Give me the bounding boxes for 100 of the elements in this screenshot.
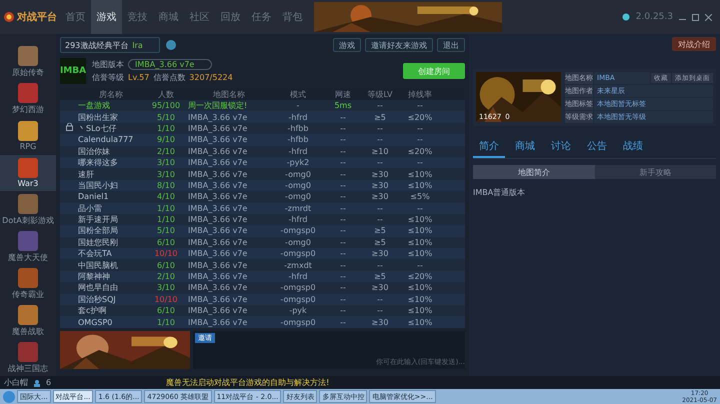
room-row[interactable]: 国粉全部局 5/10 IMBA_3.66 v7e -omgsp0 -- ≥5 ≤10% [60, 225, 465, 237]
table-cell-text: ≤10% [406, 318, 434, 327]
sidebar-item[interactable]: 魔兽大天使 [0, 229, 56, 265]
table-cell-text: 国治秒SQJ [78, 294, 117, 305]
level-value: Lv.57 [128, 73, 150, 82]
friends-count: 6 [46, 378, 52, 387]
detail-tab[interactable]: 简介 [473, 136, 505, 158]
table-cell-text: -hfrd [288, 112, 308, 122]
room-row[interactable]: 不会玩TA 10/10 IMBA_3.66 v7e -omgsp0 -- ≥30 ≤10% [60, 248, 465, 260]
room-row[interactable]: 速肝 3/10 IMBA_3.66 v7e -omg0 -- ≥30 ≤10% [60, 168, 465, 180]
sidebar-item[interactable]: 魔兽战歌 [0, 303, 56, 339]
version-dropdown[interactable]: IMBA_3.66 v7e [128, 59, 212, 70]
table-cell-text: 3/10 [156, 170, 176, 179]
column-header[interactable]: 网速 [326, 89, 360, 100]
lock-icon [66, 123, 72, 132]
map-logo: IMBA [60, 58, 86, 84]
room-row[interactable]: OMGSP0 1/10 IMBA_3.66 v7e -omgsp0 -- ≥30 ≤10% [60, 316, 465, 328]
table-cell-text: -- [376, 135, 384, 144]
sidebar-item[interactable]: 传奇霸业 [0, 266, 56, 302]
column-header[interactable]: 等级LV [360, 89, 400, 100]
room-row[interactable]: 中国民脑机 6/10 IMBA_3.66 v7e -zmxdt -- -- -- [60, 259, 465, 271]
user-name: 小白帽 [4, 377, 28, 388]
table-cell-text: -- [339, 272, 347, 282]
table-cell-text: IMBA_3.66 v7e [188, 170, 248, 179]
table-cell-text: ≥5 [373, 238, 387, 247]
table-cell-text: IMBA_3.66 v7e [188, 249, 248, 258]
column-header[interactable]: 房名称 [78, 89, 144, 100]
start-button[interactable] [3, 390, 15, 402]
room-row[interactable]: 国粉出生家 5/10 IMBA_3.66 v7e -hfrd -- ≥5 ≤20% [60, 111, 465, 123]
table-cell-text: IMBA_3.66 v7e [188, 204, 248, 213]
table-cell-text: -- [376, 124, 384, 133]
table-cell-text: IMBA_3.66 v7e [188, 226, 248, 236]
sidebar-item[interactable]: DotA刺影游戏 [0, 192, 56, 228]
table-cell-text: -omgsp0 [279, 283, 317, 292]
table-cell-text: 周一次国服锁定! [188, 100, 248, 112]
table-cell-text: -pyk [288, 306, 308, 316]
table-cell-text: -- [416, 158, 424, 168]
table-cell-text: ≤10% [406, 215, 434, 224]
table-cell-text: ≥5 [373, 272, 387, 282]
toolbar-button[interactable]: 退出 [437, 38, 465, 52]
nav-tab[interactable]: 游戏 [91, 0, 122, 34]
column-header[interactable]: 模式 [270, 89, 326, 100]
table-cell-text: 3/10 [156, 283, 176, 292]
toolbar-button[interactable]: 游戏 [333, 38, 361, 52]
room-row[interactable]: 套c护啊 6/10 IMBA_3.66 v7e -pyk -- -- ≤10% [60, 305, 465, 316]
room-row[interactable]: 一盘游戏 95/100 周一次国服锁定! - 5ms -- -- [60, 100, 465, 112]
detail-tab[interactable]: 公告 [581, 136, 613, 158]
room-row[interactable]: 哪来得这多 3/10 IMBA_3.66 v7e -pyk2 -- -- -- [60, 156, 465, 168]
room-row[interactable]: 品小雷 1/10 IMBA_3.66 v7e -zmrdt -- -- -- [60, 202, 465, 214]
column-header[interactable]: 人数 [144, 89, 188, 100]
table-cell-text: 5ms [333, 101, 353, 110]
column-header[interactable]: 掉线率 [400, 89, 440, 100]
toolbar-button[interactable]: 邀请好友来游戏 [365, 38, 433, 52]
table-cell-text: 国粉全部局 [78, 225, 119, 236]
room-row[interactable]: 当国民小妇 8/10 IMBA_3.66 v7e -omg0 -- ≥30 ≤10% [60, 180, 465, 192]
sidebar-item[interactable]: 原始传奇 [0, 44, 56, 80]
table-cell-text: ≤10% [406, 294, 434, 304]
sidebar-item[interactable]: War3 [0, 155, 56, 191]
sidebar-item[interactable]: RPG [0, 118, 56, 154]
sidebar-item[interactable]: 梦幻西游 [0, 81, 56, 117]
room-row[interactable]: 阿黎神神 2/10 IMBA_3.66 v7e -hfrd -- ≥5 ≤20% [60, 270, 465, 282]
friends-icon[interactable] [33, 378, 41, 386]
room-selector[interactable]: 293激战经典平台 Ira [60, 37, 160, 53]
notice-text[interactable]: 魔兽无法启动对战平台游戏的自助与解决方法! [166, 377, 330, 388]
table-cell-text: Daniel1 [78, 192, 110, 202]
table-cell-text: ≤20% [406, 146, 434, 156]
field-label: 信誉点数 [153, 72, 186, 83]
sub-tab[interactable]: 地图简介 [473, 165, 594, 179]
sidebar-item[interactable]: 战神三国志 [0, 340, 56, 376]
detail-tab[interactable]: 战绩 [617, 136, 649, 158]
table-cell-text: ≥30 [370, 283, 390, 292]
table-cell-text: Calendula777 [78, 135, 134, 144]
table-cell-text: ≥5 [373, 112, 387, 122]
column-header[interactable]: 地图名称 [188, 89, 270, 100]
table-cell-text: IMBA_3.66 v7e [188, 238, 248, 247]
table-cell-text: ≤10% [406, 180, 434, 190]
table-cell-text: -- [339, 135, 347, 144]
table-cell-text: -hfbb [286, 135, 310, 144]
table-cell-text: ≤10% [406, 306, 434, 316]
room-row[interactable]: 国娃您民刚 6/10 IMBA_3.66 v7e -omg0 -- ≥5 ≤10% [60, 236, 465, 248]
table-cell-text: IMBA_3.66 v7e [188, 135, 248, 144]
room-row[interactable]: Calendula777 9/10 IMBA_3.66 v7e -hfbb -- -- -- [60, 134, 465, 146]
detail-tab[interactable]: 商城 [509, 136, 541, 158]
room-row[interactable]: 国治你妹 2/10 IMBA_3.66 v7e -hfrd -- ≥10 ≤20% [60, 146, 465, 157]
detail-tab[interactable]: 讨论 [545, 136, 577, 158]
room-row[interactable]: 丶SLo七仔 1/10 IMBA_3.66 v7e -hfbb -- -- -- [60, 122, 465, 134]
intro-button[interactable]: 对战介绍 [672, 37, 716, 51]
table-cell-text: 6/10 [156, 238, 176, 247]
table-cell-text: ≥30 [370, 180, 390, 190]
room-row[interactable]: Daniel1 4/10 IMBA_3.66 v7e -omg0 -- ≥30 ≤5% [60, 191, 465, 203]
maximize-icon[interactable] [692, 14, 699, 20]
table-cell-text: IMBA_3.66 v7e [188, 283, 248, 292]
table-cell-text: 1/10 [156, 215, 176, 224]
room-row[interactable]: 新手速开局 1/10 IMBA_3.66 v7e -hfrd -- -- ≤10% [60, 214, 465, 226]
table-cell-text: 5/10 [156, 226, 176, 236]
room-row[interactable]: 网也早自由 3/10 IMBA_3.66 v7e -omgsp0 -- ≥30 ≤10% [60, 282, 465, 294]
table-cell-text: -- [339, 192, 347, 202]
close-icon[interactable] [705, 14, 712, 20]
table-cell-text: 阿黎神神 [78, 271, 111, 282]
room-row[interactable]: 国治秒SQJ 10/10 IMBA_3.66 v7e -omgsp0 -- -- ≤10% [60, 294, 465, 306]
